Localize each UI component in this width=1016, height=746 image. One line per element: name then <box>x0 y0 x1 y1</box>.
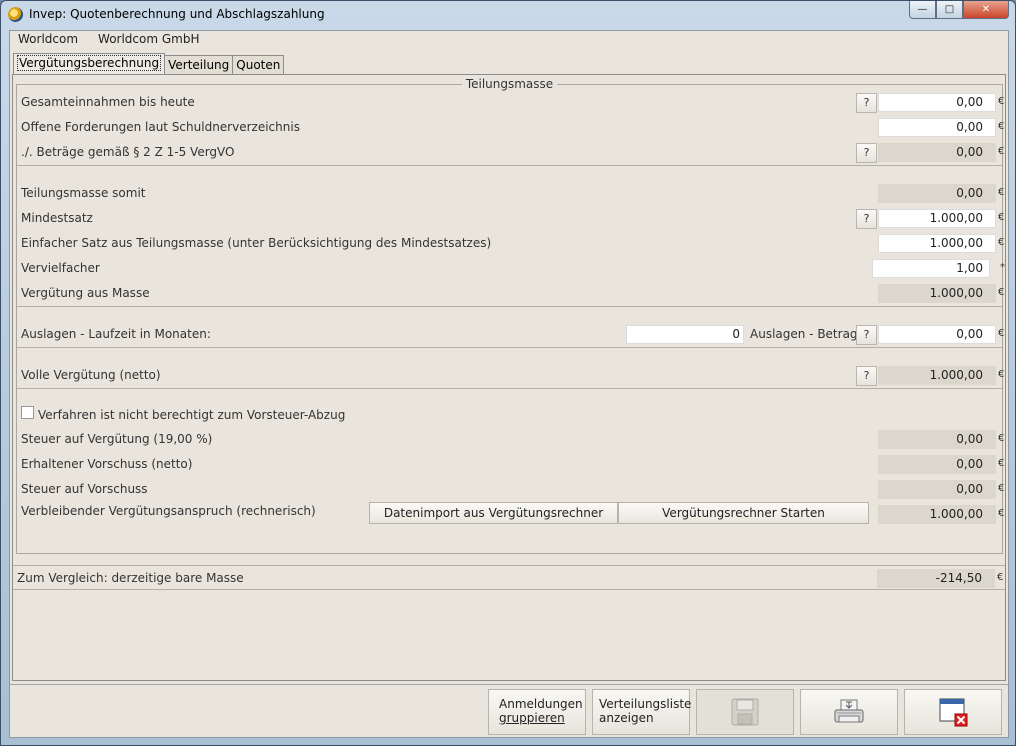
verteilungsliste-anzeigen-button[interactable]: Verteilungsliste anzeigen <box>592 689 691 735</box>
tab-verguetungsberechnung[interactable]: Vergütungsberechnung <box>13 53 166 75</box>
mindestsatz-field[interactable]: 1.000,00 <box>878 209 996 228</box>
app-window: Invep: Quotenberechnung und Abschlagszah… <box>0 0 1016 746</box>
button-label-line: Anmeldungen <box>499 697 583 711</box>
currency-label: € <box>998 508 1005 519</box>
printer-icon <box>834 699 864 723</box>
separator <box>17 388 1002 389</box>
auslagen-laufzeit-field[interactable]: 0 <box>626 325 744 344</box>
vorsteuer-checkbox-label[interactable]: Verfahren ist nicht berechtigt zum Vorst… <box>38 408 345 422</box>
gesamteinnahmen-label: Gesamteinnahmen bis heute <box>21 95 195 109</box>
auslagen-betrag-label: Auslagen - Betrag: <box>750 327 862 341</box>
currency-label: € <box>998 483 1005 494</box>
menu-item-worldcom-gmbh[interactable]: Worldcom GmbH <box>98 32 199 48</box>
verguetung-masse-field: 1.000,00 <box>878 284 996 303</box>
currency-label: € <box>998 96 1005 107</box>
mindestsatz-label: Mindestsatz <box>21 211 93 225</box>
betraege-label: ./. Beträge gemäß § 2 Z 1-5 VergVO <box>21 145 235 159</box>
window-title: Invep: Quotenberechnung und Abschlagszah… <box>29 7 325 21</box>
currency-label: € <box>998 212 1005 223</box>
separator <box>17 306 1002 307</box>
datenimport-button[interactable]: Datenimport aus Vergütungsrechner <box>369 502 618 524</box>
einfacher-satz-label: Einfacher Satz aus Teilungsmasse (unter … <box>21 236 492 250</box>
app-logo-icon <box>8 7 23 22</box>
button-label: Verteilungsliste anzeigen <box>599 697 691 725</box>
multiplier-suffix: * <box>1000 262 1005 273</box>
vergleich-field: -214,50 <box>877 569 995 588</box>
currency-label: € <box>998 369 1005 380</box>
currency-label: € <box>998 287 1005 298</box>
button-label: Anmeldungen gruppieren <box>499 697 583 725</box>
auslagen-betrag-field[interactable]: 0,00 <box>878 325 996 344</box>
close-window-icon <box>939 698 968 727</box>
currency-label: € <box>997 572 1004 583</box>
vorsteuer-checkbox[interactable] <box>21 406 34 419</box>
teilungsmasse-field: 0,00 <box>878 184 996 203</box>
steuer-vorschuss-label: Steuer auf Vorschuss <box>21 482 148 496</box>
vervielfacher-label: Vervielfacher <box>21 261 100 275</box>
anmeldungen-gruppieren-button[interactable]: Anmeldungen gruppieren <box>488 689 586 735</box>
bottom-toolbar: Anmeldungen gruppieren Verteilungsliste … <box>10 684 1008 738</box>
offene-forderungen-label: Offene Forderungen laut Schuldnerverzeic… <box>21 120 300 134</box>
betraege-help-button[interactable]: ? <box>856 143 877 163</box>
vorschuss-label: Erhaltener Vorschuss (netto) <box>21 457 193 471</box>
group-title: Teilungsmasse <box>17 77 1002 91</box>
verbleibend-field: 1.000,00 <box>878 505 996 524</box>
separator <box>13 589 1005 590</box>
volle-verguetung-label: Volle Vergütung (netto) <box>21 368 161 382</box>
currency-label: € <box>998 187 1005 198</box>
gesamteinnahmen-field[interactable]: 0,00 <box>878 93 996 112</box>
title-bar: Invep: Quotenberechnung und Abschlagszah… <box>1 1 1015 29</box>
auslagen-laufzeit-label: Auslagen - Laufzeit in Monaten: <box>21 327 211 341</box>
steuer-verguetung-field: 0,00 <box>878 430 996 449</box>
print-button[interactable] <box>800 689 898 735</box>
gesamteinnahmen-help-button[interactable]: ? <box>856 93 877 113</box>
verguetung-masse-label: Vergütung aus Masse <box>21 286 150 300</box>
currency-label: € <box>998 237 1005 248</box>
vergleich-label: Zum Vergleich: derzeitige bare Masse <box>17 571 244 585</box>
tab-verteilung[interactable]: Verteilung <box>164 55 234 75</box>
currency-label: € <box>998 328 1005 339</box>
separator <box>13 565 1005 566</box>
tab-panel: Teilungsmasse Gesamteinnahmen bis heute … <box>12 74 1006 681</box>
teilungsmasse-group: Teilungsmasse Gesamteinnahmen bis heute … <box>16 77 1005 554</box>
steuer-verguetung-label: Steuer auf Vergütung (19,00 %) <box>21 432 213 446</box>
offene-forderungen-field[interactable]: 0,00 <box>878 118 996 137</box>
currency-label: € <box>998 433 1005 444</box>
save-disk-icon <box>731 698 759 726</box>
mindestsatz-help-button[interactable]: ? <box>856 209 877 229</box>
vorschuss-field: 0,00 <box>878 455 996 474</box>
currency-label: € <box>998 458 1005 469</box>
tab-quoten[interactable]: Quoten <box>232 55 285 75</box>
menu-bar: Worldcom Worldcom GmbH <box>18 32 200 48</box>
einfacher-satz-field[interactable]: 1.000,00 <box>878 234 996 253</box>
group-title-text: Teilungsmasse <box>461 77 558 91</box>
currency-label: € <box>998 146 1005 157</box>
minimize-button[interactable]: — <box>909 1 936 19</box>
steuer-vorschuss-field: 0,00 <box>878 480 996 499</box>
close-dialog-button[interactable] <box>904 689 1002 735</box>
volle-verguetung-help-button[interactable]: ? <box>856 366 877 386</box>
auslagen-help-button[interactable]: ? <box>856 325 877 345</box>
betraege-field: 0,00 <box>878 143 996 162</box>
button-label-line: gruppieren <box>499 711 565 725</box>
teilungsmasse-label: Teilungsmasse somit <box>21 186 146 200</box>
button-label-line: anzeigen <box>599 711 654 725</box>
currency-label: € <box>998 121 1005 132</box>
tab-label: Vergütungsberechnung <box>17 55 162 71</box>
vervielfacher-field[interactable]: 1,00 <box>872 259 990 278</box>
maximize-button[interactable]: □ <box>936 1 963 19</box>
tab-strip: Vergütungsberechnung Verteilung Quoten <box>13 53 285 75</box>
save-button[interactable] <box>696 689 794 735</box>
volle-verguetung-field: 1.000,00 <box>878 366 996 385</box>
menu-item-worldcom[interactable]: Worldcom <box>18 32 78 48</box>
separator <box>17 165 1002 166</box>
close-window-button[interactable]: ✕ <box>963 1 1009 19</box>
verguetungsrechner-starten-button[interactable]: Vergütungsrechner Starten <box>618 502 869 524</box>
caption-buttons: — □ ✕ <box>909 1 1009 19</box>
verbleibend-label: Verbleibender Vergütungsanspruch (rechne… <box>21 504 316 518</box>
button-label-line: Verteilungsliste <box>599 697 692 711</box>
client-area: Worldcom Worldcom GmbH Vergütungsberechn… <box>9 30 1009 738</box>
separator <box>17 347 1002 348</box>
